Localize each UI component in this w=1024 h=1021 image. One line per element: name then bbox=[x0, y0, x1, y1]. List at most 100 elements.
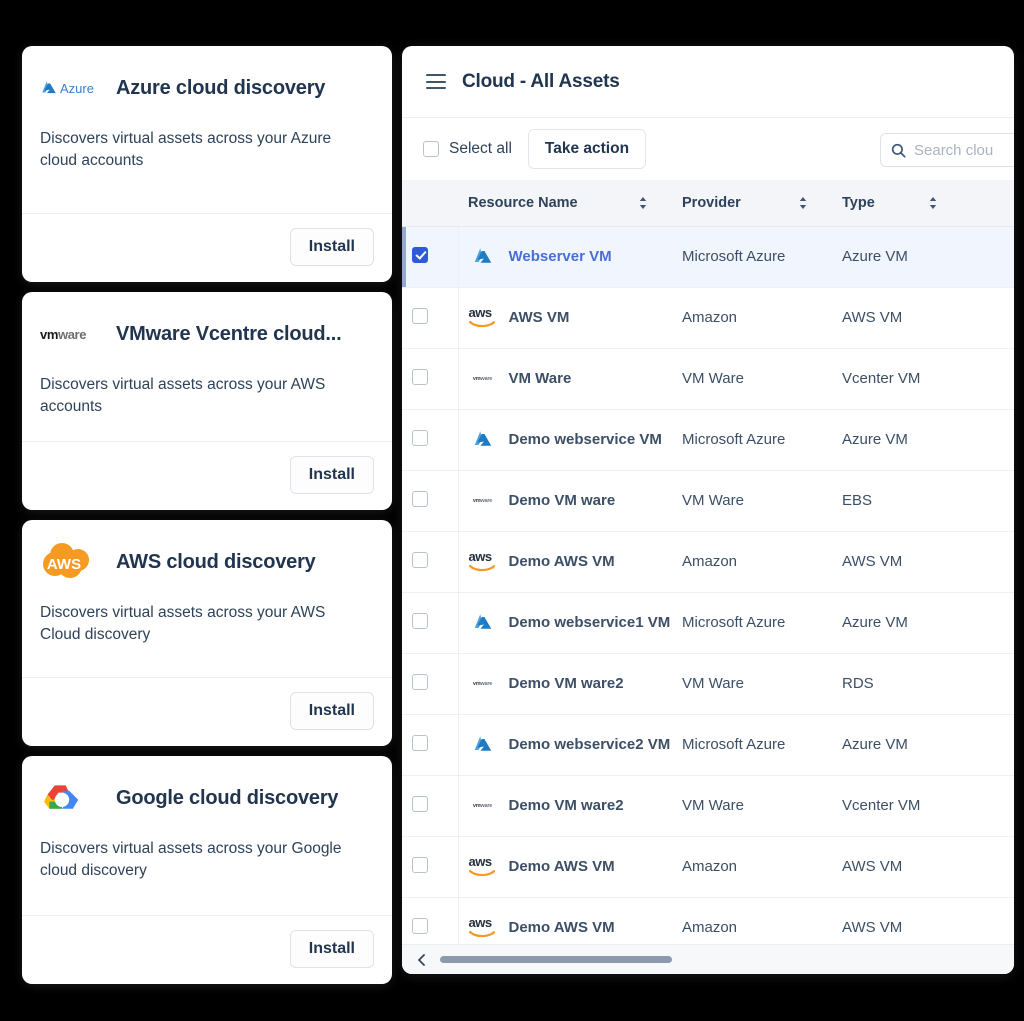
cell-resource-name[interactable]: Demo webservice1 VM bbox=[458, 592, 672, 654]
select-all-checkbox[interactable] bbox=[423, 141, 439, 157]
row-checkbox-cell[interactable] bbox=[402, 409, 459, 471]
discovery-card-google[interactable]: Google cloud discovery Discovers virtual… bbox=[22, 756, 392, 984]
cell-resource-name[interactable]: aws Demo AWS VM bbox=[458, 897, 672, 944]
cell-overflow bbox=[962, 409, 1014, 471]
hamburger-icon[interactable] bbox=[426, 74, 446, 89]
table-row[interactable]: Demo webservice1 VM Microsoft Azure Azure … bbox=[402, 592, 1014, 654]
select-all-control[interactable]: Select all bbox=[423, 140, 512, 158]
row-checkbox[interactable] bbox=[412, 612, 428, 629]
row-checkbox[interactable] bbox=[412, 734, 428, 751]
take-action-button[interactable]: Take action bbox=[527, 129, 647, 169]
table-row[interactable]: vmware Demo VM ware2 VM Ware RDS bbox=[402, 653, 1014, 715]
resource-name-label: VM Ware bbox=[508, 370, 572, 387]
row-checkbox[interactable] bbox=[412, 368, 428, 385]
table-row[interactable]: vmware Demo VM ware2 VM Ware Vcenter VM bbox=[402, 775, 1014, 837]
cell-resource-name[interactable]: Demo webservice VM bbox=[458, 409, 672, 471]
card-description: Discovers virtual assets across your AWS… bbox=[40, 376, 326, 415]
row-checkbox-cell[interactable] bbox=[402, 714, 459, 776]
cell-resource-name[interactable]: aws AWS VM bbox=[458, 287, 672, 349]
row-checkbox[interactable] bbox=[412, 307, 428, 324]
search-input[interactable] bbox=[914, 141, 1011, 159]
row-checkbox-cell[interactable] bbox=[402, 592, 459, 654]
row-checkbox-cell[interactable] bbox=[402, 653, 459, 715]
cell-resource-name[interactable]: Webserver VM bbox=[458, 226, 672, 288]
install-button-azure[interactable]: Install bbox=[289, 228, 374, 266]
cell-overflow bbox=[962, 287, 1014, 349]
column-header-resource-name[interactable]: Resource Name bbox=[458, 180, 672, 227]
discovery-card-vmware[interactable]: vmware VMware Vcentre cloud... Discovers… bbox=[22, 292, 392, 510]
row-checkbox-cell[interactable] bbox=[402, 287, 459, 349]
cell-overflow bbox=[962, 897, 1014, 944]
cell-type: Vcenter VM bbox=[832, 775, 962, 837]
row-checkbox-cell[interactable] bbox=[402, 226, 459, 288]
card-description: Discovers virtual assets across your Azu… bbox=[40, 130, 332, 169]
cell-resource-name[interactable]: vmware Demo VM ware bbox=[458, 470, 672, 532]
assets-panel: Cloud - All Assets Select all Take actio… bbox=[402, 46, 1014, 974]
table-row[interactable]: Webserver VM Microsoft Azure Azure VM bbox=[402, 226, 1014, 288]
install-button-google[interactable]: Install bbox=[289, 930, 374, 968]
azure-wordmark: Azure bbox=[60, 80, 94, 96]
cell-overflow bbox=[962, 348, 1014, 410]
sort-toggle-icon[interactable] bbox=[638, 196, 648, 210]
chevron-left-icon[interactable] bbox=[416, 953, 428, 966]
discovery-card-azure[interactable]: Azure Azure cloud discovery Discovers vi… bbox=[22, 46, 392, 282]
cell-resource-name[interactable]: vmware Demo VM ware2 bbox=[458, 653, 672, 715]
row-checkbox[interactable] bbox=[412, 246, 428, 263]
cell-resource-name[interactable]: aws Demo AWS VM bbox=[458, 836, 672, 898]
table-row[interactable]: Demo webservice2 VM Microsoft Azure Azure … bbox=[402, 714, 1014, 776]
row-checkbox[interactable] bbox=[412, 856, 428, 873]
cell-resource-name[interactable]: Demo webservice2 VM bbox=[458, 714, 672, 776]
row-checkbox[interactable] bbox=[412, 551, 428, 568]
table-header-row: Resource Name Provider Type bbox=[402, 180, 1014, 227]
assets-table: Resource Name Provider Type Webserver VM… bbox=[402, 180, 1014, 944]
table-row[interactable]: aws Demo AWS VM Amazon AWS VM bbox=[402, 897, 1014, 944]
column-label: Resource Name bbox=[468, 194, 578, 211]
svg-text:AWS: AWS bbox=[47, 556, 81, 573]
scrollbar-track[interactable] bbox=[440, 956, 1000, 963]
table-row[interactable]: Demo webservice VM Microsoft Azure Azure V… bbox=[402, 409, 1014, 471]
column-header-provider[interactable]: Provider bbox=[672, 180, 832, 227]
row-checkbox-cell[interactable] bbox=[402, 531, 459, 593]
table-row[interactable]: vmware VM Ware VM Ware Vcenter VM bbox=[402, 348, 1014, 410]
cell-type: Azure VM bbox=[832, 226, 962, 288]
row-checkbox-cell[interactable] bbox=[402, 348, 459, 410]
search-box[interactable] bbox=[880, 133, 1014, 167]
horizontal-scrollbar[interactable] bbox=[402, 944, 1014, 974]
row-checkbox-cell[interactable] bbox=[402, 897, 459, 944]
row-checkbox-cell[interactable] bbox=[402, 470, 459, 532]
card-title: AWS cloud discovery bbox=[116, 550, 316, 573]
sort-toggle-icon[interactable] bbox=[928, 196, 938, 210]
card-title: Azure cloud discovery bbox=[116, 76, 326, 99]
discovery-card-aws[interactable]: AWS AWS cloud discovery Discovers virtua… bbox=[22, 520, 392, 746]
cell-provider: VM Ware bbox=[672, 653, 832, 715]
scrollbar-thumb[interactable] bbox=[440, 956, 672, 963]
row-checkbox[interactable] bbox=[412, 917, 428, 934]
row-checkbox[interactable] bbox=[412, 429, 428, 446]
cell-type: AWS VM bbox=[832, 287, 962, 349]
row-checkbox[interactable] bbox=[412, 673, 428, 690]
row-checkbox-cell[interactable] bbox=[402, 836, 459, 898]
assets-table-scroll-area[interactable]: Resource Name Provider Type Webserver VM… bbox=[402, 180, 1014, 944]
cell-resource-name[interactable]: aws Demo AWS VM bbox=[458, 531, 672, 593]
row-checkbox-cell[interactable] bbox=[402, 775, 459, 837]
card-header: Azure Azure cloud discovery bbox=[40, 68, 374, 108]
card-description: Discovers virtual assets across your AWS… bbox=[40, 604, 326, 643]
install-button-vmware[interactable]: Install bbox=[289, 456, 374, 494]
row-checkbox[interactable] bbox=[412, 795, 428, 812]
row-checkbox[interactable] bbox=[412, 490, 428, 507]
table-row[interactable]: vmware Demo VM ware VM Ware EBS bbox=[402, 470, 1014, 532]
card-title: Google cloud discovery bbox=[116, 786, 339, 809]
resource-name-label: Webserver VM bbox=[508, 248, 612, 265]
cell-resource-name[interactable]: vmware Demo VM ware2 bbox=[458, 775, 672, 837]
install-button-aws[interactable]: Install bbox=[289, 692, 374, 730]
sort-toggle-icon[interactable] bbox=[798, 196, 808, 210]
table-row[interactable]: aws AWS VM Amazon AWS VM bbox=[402, 287, 1014, 349]
cell-resource-name[interactable]: vmware VM Ware bbox=[458, 348, 672, 410]
table-row[interactable]: aws Demo AWS VM Amazon AWS VM bbox=[402, 531, 1014, 593]
cell-type: RDS bbox=[832, 653, 962, 715]
column-header-type[interactable]: Type bbox=[832, 180, 962, 227]
table-row[interactable]: aws Demo AWS VM Amazon AWS VM bbox=[402, 836, 1014, 898]
google-cloud-icon bbox=[44, 785, 79, 809]
cell-overflow bbox=[962, 775, 1014, 837]
discovery-cards-column: Azure Azure cloud discovery Discovers vi… bbox=[22, 46, 392, 984]
